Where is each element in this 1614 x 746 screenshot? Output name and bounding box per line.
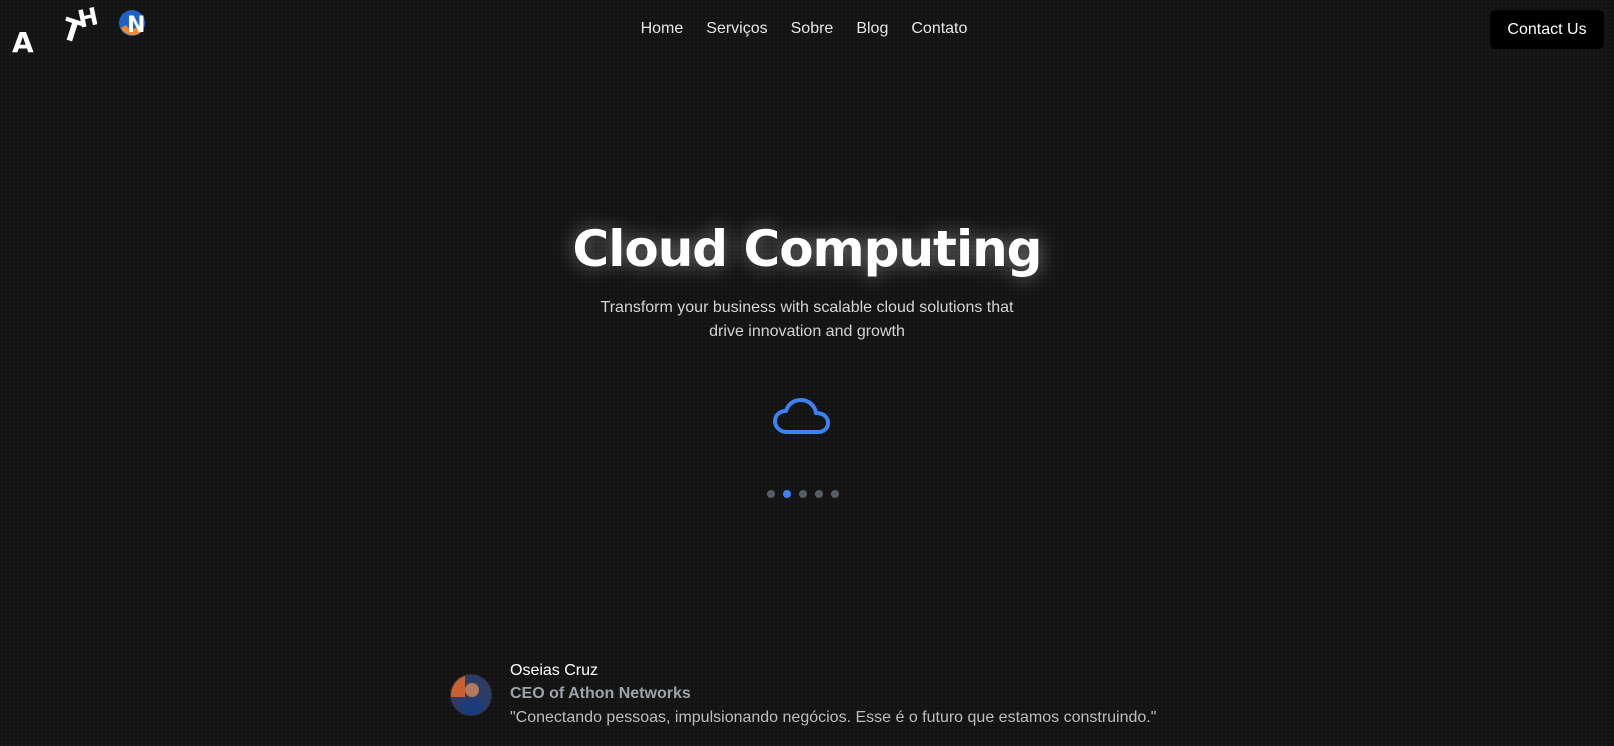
carousel-dots [0, 490, 1614, 498]
carousel-dot-4[interactable] [814, 490, 823, 498]
athon-logo[interactable]: A T H N [0, 0, 170, 70]
testimonial-quote: "Conectando pessoas, impulsionando negóc… [510, 709, 1157, 726]
hero-title: Cloud Computing [572, 220, 1043, 278]
carousel-dot-5[interactable] [830, 490, 839, 498]
testimonial-role: CEO of Athon Networks [510, 685, 691, 702]
main-nav: Home Serviços Sobre Blog Contato [0, 19, 1614, 39]
cloud-icon [771, 394, 833, 442]
testimonial: Oseias Cruz CEO of Athon Networks "Conec… [450, 660, 1210, 740]
nav-item-servicos[interactable]: Serviços [706, 19, 767, 39]
logo-on-icon: N [118, 8, 148, 38]
avatar [450, 674, 492, 716]
logo-letter-h: H [75, 2, 101, 34]
nav-item-sobre[interactable]: Sobre [791, 19, 834, 39]
nav-item-home[interactable]: Home [641, 19, 684, 39]
testimonial-text: Oseias Cruz CEO of Athon Networks "Conec… [510, 660, 1156, 730]
logo-letter-a: A [12, 26, 34, 59]
testimonial-name: Oseias Cruz [510, 662, 599, 679]
carousel-dot-1[interactable] [766, 490, 775, 498]
hero: Cloud Computing Transform your business … [0, 220, 1614, 344]
carousel-dot-2[interactable] [782, 490, 791, 498]
carousel-dot-3[interactable] [798, 490, 807, 498]
logo-letter-n: N [127, 13, 145, 38]
hero-subtitle: Transform your business with scalable cl… [600, 299, 1014, 340]
page: A T H N Home Serviços Sobre Blog Contato… [0, 0, 1614, 746]
nav-item-blog[interactable]: Blog [856, 19, 888, 39]
nav-item-contato[interactable]: Contato [911, 19, 967, 39]
contact-us-button[interactable]: Contact Us [1490, 10, 1604, 49]
